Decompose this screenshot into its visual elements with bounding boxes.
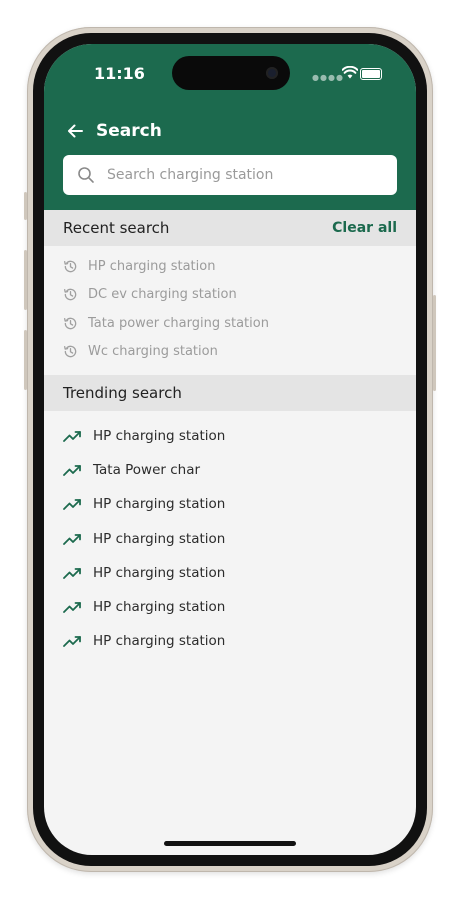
recent-item-label: DC ev charging station xyxy=(88,287,237,303)
recent-search-header: Recent search Clear all xyxy=(44,210,416,246)
trending-up-icon xyxy=(63,602,81,613)
mute-switch xyxy=(24,192,27,220)
trending-item-label: HP charging station xyxy=(93,599,226,616)
trending-up-icon xyxy=(63,567,81,579)
trending-item[interactable]: HP charging station xyxy=(63,556,403,590)
volume-down-button xyxy=(24,330,27,390)
trending-search-list: HP charging station Tata Power char HP c… xyxy=(63,419,403,658)
trending-item[interactable]: HP charging station xyxy=(63,419,403,453)
header-row: Search xyxy=(64,119,162,143)
status-icons: ●●●● xyxy=(312,66,392,82)
trending-search-title: Trending search xyxy=(63,384,182,402)
trending-item[interactable]: HP charging station xyxy=(63,590,403,624)
trending-item[interactable]: HP charging station xyxy=(63,522,403,556)
recent-search-title: Recent search xyxy=(63,219,170,237)
search-input[interactable] xyxy=(105,166,379,184)
recent-item-label: Wc charging station xyxy=(88,344,218,360)
recent-search-list: HP charging station DC ev charging stati… xyxy=(63,252,403,366)
history-icon xyxy=(64,345,77,358)
trending-item-label: HP charging station xyxy=(93,564,226,581)
recent-item-label: Tata power charging station xyxy=(88,315,269,331)
history-icon xyxy=(64,317,77,330)
trending-item[interactable]: Tata Power char xyxy=(63,453,403,487)
home-indicator[interactable] xyxy=(164,841,296,846)
trending-item[interactable]: HP charging station xyxy=(63,487,403,521)
trending-item-label: HP charging station xyxy=(93,496,226,513)
trending-up-icon xyxy=(63,636,81,648)
arrow-left-icon[interactable] xyxy=(64,120,86,142)
history-icon xyxy=(64,288,77,301)
trending-item-label: HP charging station xyxy=(93,530,226,547)
battery-icon xyxy=(360,68,382,80)
power-button xyxy=(433,295,436,391)
recent-item[interactable]: DC ev charging station xyxy=(63,281,403,310)
recent-item[interactable]: HP charging station xyxy=(63,252,403,281)
app-header: 11:16 ●●●● Search xyxy=(44,44,416,210)
wifi-icon xyxy=(342,66,358,79)
recent-item[interactable]: Wc charging station xyxy=(63,338,403,367)
recent-item-label: HP charging station xyxy=(88,258,216,274)
screen: 11:16 ●●●● Search Recent searc xyxy=(44,44,416,855)
volume-up-button xyxy=(24,250,27,310)
trending-item-label: Tata Power char xyxy=(93,462,201,479)
search-icon xyxy=(78,167,94,183)
status-time: 11:16 xyxy=(94,64,145,83)
trending-item-label: HP charging station xyxy=(93,633,226,650)
trending-item[interactable]: HP charging station xyxy=(63,624,403,658)
trending-up-icon xyxy=(63,499,81,511)
trending-up-icon xyxy=(63,533,81,545)
camera-icon xyxy=(266,67,278,79)
trending-item-label: HP charging station xyxy=(93,428,226,445)
history-icon xyxy=(64,260,77,273)
clear-all-button[interactable]: Clear all xyxy=(332,220,397,236)
page-title: Search xyxy=(96,121,162,141)
search-box[interactable] xyxy=(63,155,397,195)
trending-up-icon xyxy=(63,465,81,477)
signal-dots-icon: ●●●● xyxy=(312,73,344,82)
trending-search-header: Trending search xyxy=(44,375,416,411)
recent-item[interactable]: Tata power charging station xyxy=(63,309,403,338)
trending-up-icon xyxy=(63,431,81,442)
dynamic-island xyxy=(172,56,290,90)
